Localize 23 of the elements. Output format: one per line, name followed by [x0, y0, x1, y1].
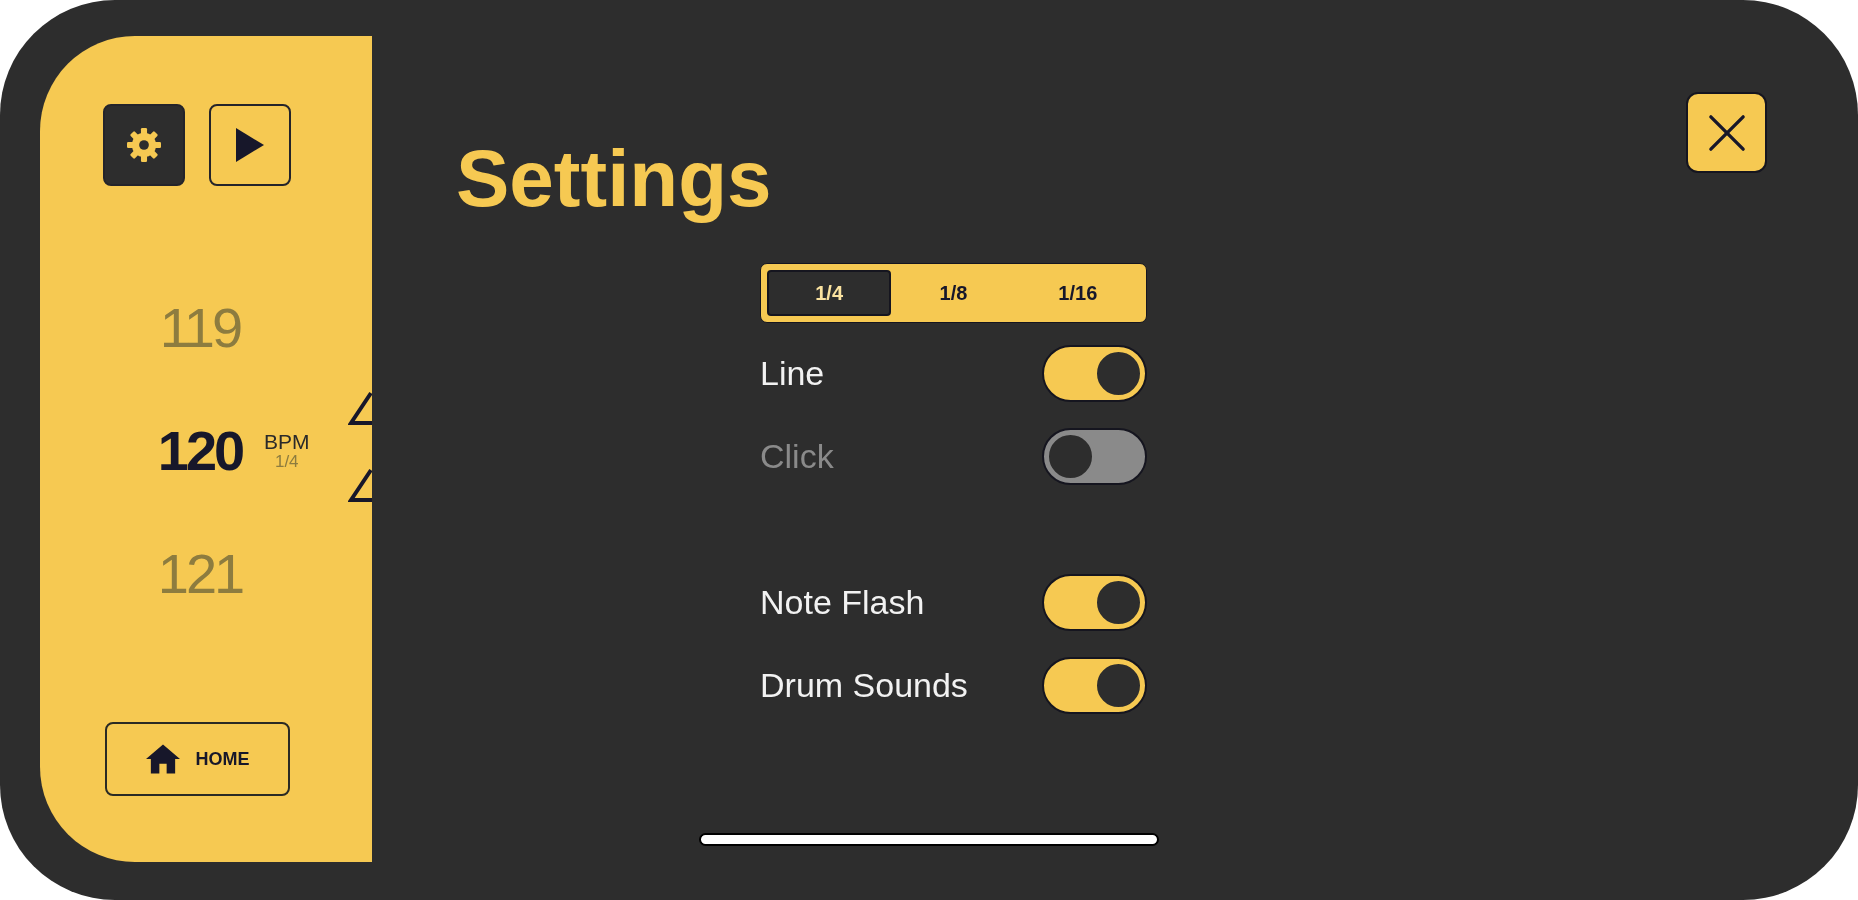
note-value-tab[interactable]: 1/8: [891, 270, 1016, 316]
toggle-switch[interactable]: [1042, 574, 1147, 631]
tempo-unit: BPM: [264, 429, 310, 453]
beat-note: 1/4: [274, 452, 299, 472]
play-icon: [236, 128, 264, 162]
setting-label: Drum Sounds: [760, 666, 968, 705]
setting-label: Note Flash: [760, 583, 925, 622]
close-button[interactable]: [1686, 92, 1767, 173]
toggle-switch[interactable]: [1042, 657, 1147, 714]
home-button[interactable]: HOME: [105, 722, 290, 796]
house-icon: [145, 744, 180, 774]
gear-icon: [127, 128, 161, 162]
close-icon: [1707, 113, 1746, 152]
gear-button[interactable]: [103, 104, 185, 186]
toggle-switch[interactable]: [1042, 345, 1147, 402]
note-value-tab[interactable]: 1/16: [1015, 270, 1140, 316]
play-button[interactable]: [209, 104, 291, 186]
triangle-mark-icon: [348, 468, 372, 504]
tempo-value[interactable]: 120: [140, 422, 260, 479]
triangle-mark-icon: [348, 391, 372, 427]
setting-label: Click: [760, 437, 834, 476]
note-value-tab[interactable]: 1/4: [767, 270, 892, 316]
setting-label: Line: [760, 354, 825, 393]
